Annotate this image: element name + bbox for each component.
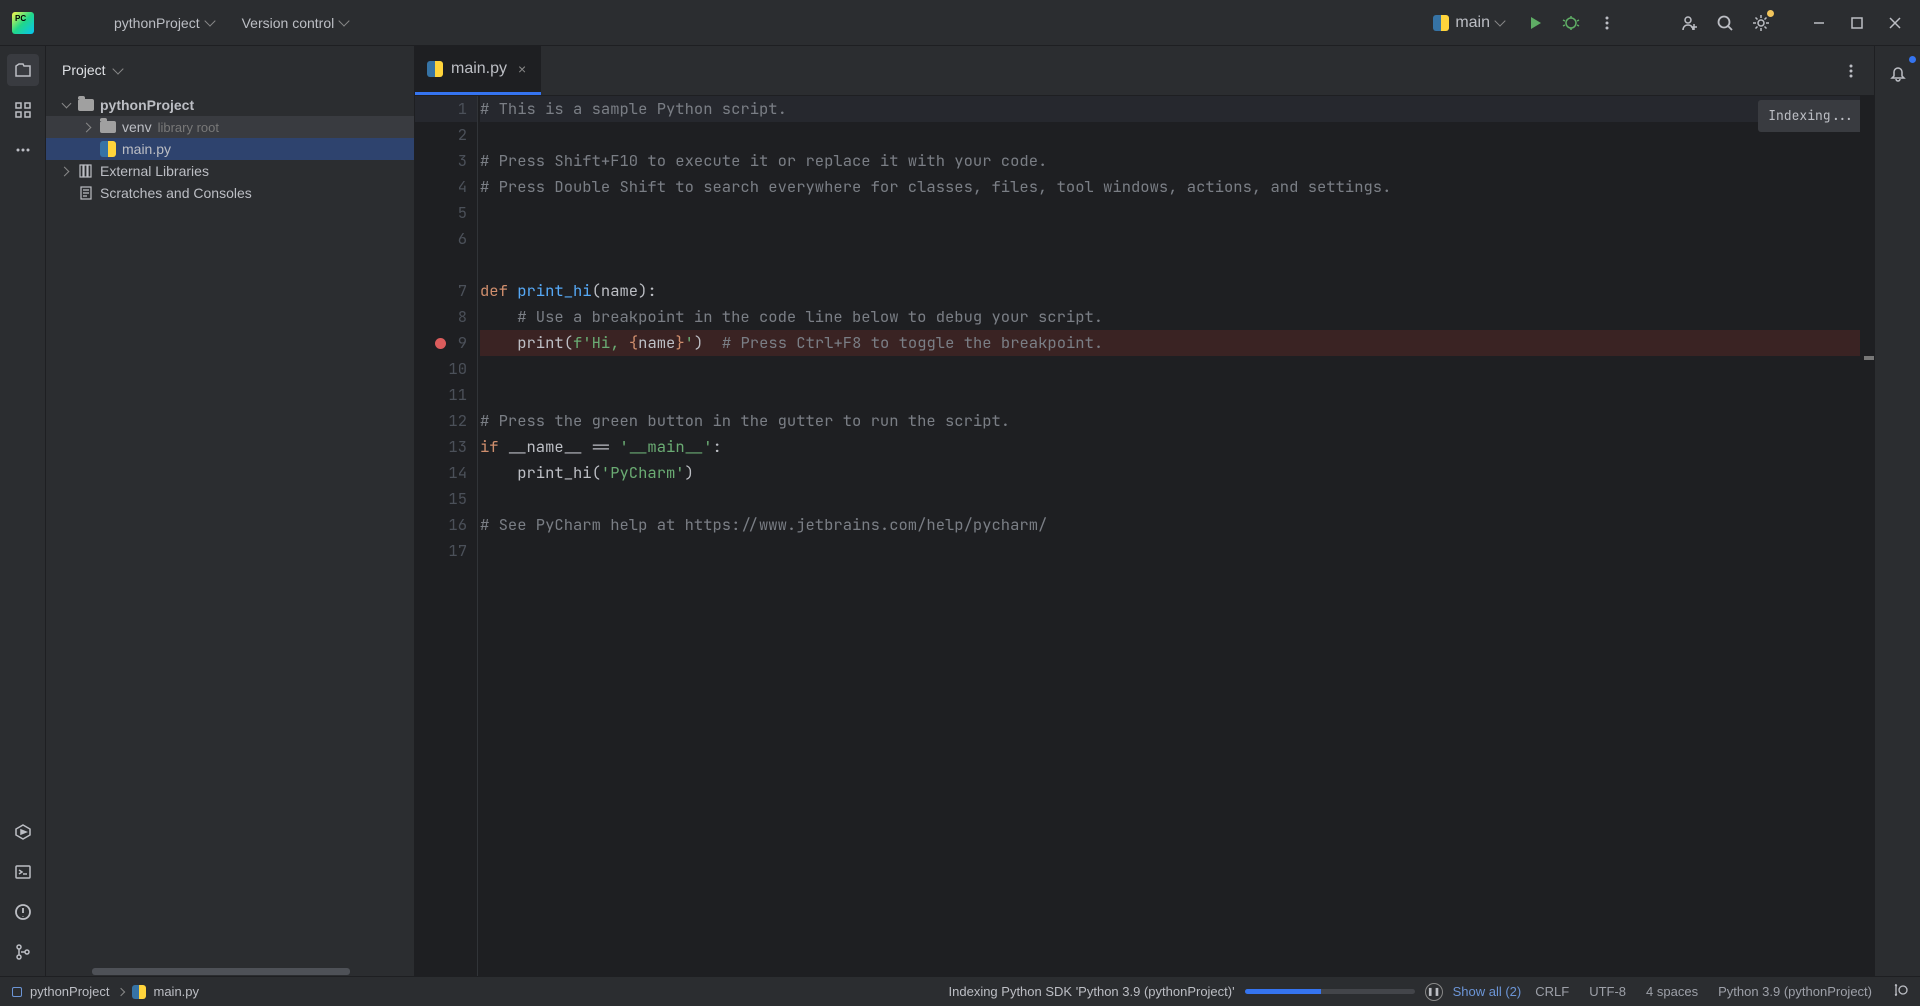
editor-area: main.py × Indexing... 1 2 3 4 5 6 7 8: [415, 46, 1874, 976]
maximize-button[interactable]: [1840, 8, 1874, 38]
more-tools-button[interactable]: [7, 134, 39, 166]
pause-indexing-button[interactable]: ❚❚: [1425, 983, 1443, 1001]
vcs-label: Version control: [242, 15, 335, 31]
tree-main-file[interactable]: main.py: [46, 138, 414, 160]
search-button[interactable]: [1710, 8, 1740, 38]
indexing-status-text: Indexing Python SDK 'Python 3.9 (pythonP…: [949, 984, 1235, 999]
settings-button[interactable]: [1746, 8, 1776, 38]
library-root-label: library root: [158, 120, 219, 135]
code-content[interactable]: # This is a sample Python script. # Pres…: [477, 96, 1860, 976]
horizontal-scrollbar[interactable]: [46, 966, 414, 976]
git-tool-button[interactable]: [7, 936, 39, 968]
chevron-down-icon[interactable]: [112, 63, 123, 74]
library-icon: [78, 163, 94, 179]
collapse-icon[interactable]: [60, 99, 72, 111]
titlebar: pythonProject Version control main: [0, 0, 1920, 46]
python-icon: [100, 141, 116, 157]
left-toolbar: [0, 46, 46, 976]
indexing-progress-bar: [1245, 989, 1415, 994]
chevron-down-icon: [1494, 15, 1505, 26]
close-tab-button[interactable]: ×: [515, 62, 529, 76]
vcs-dropdown[interactable]: Version control: [232, 11, 359, 35]
indent-widget[interactable]: 4 spaces: [1646, 984, 1698, 999]
structure-tool-button[interactable]: [7, 94, 39, 126]
folder-icon: [100, 121, 116, 133]
run-config-label: main: [1455, 14, 1490, 32]
services-tool-button[interactable]: [7, 816, 39, 848]
tab-label: main.py: [451, 60, 507, 78]
tab-options-button[interactable]: [1836, 56, 1866, 86]
main-menu-button[interactable]: [54, 8, 84, 38]
code-editor[interactable]: Indexing... 1 2 3 4 5 6 7 8 9 10 11 12 1…: [415, 96, 1874, 976]
project-name-label: pythonProject: [114, 15, 200, 31]
scratches-icon: [78, 185, 94, 201]
python-icon: [132, 985, 146, 999]
close-button[interactable]: [1878, 8, 1912, 38]
chevron-down-icon: [339, 15, 350, 26]
project-panel: Project pythonProject venv library root …: [46, 46, 415, 976]
tree-venv-label: venv: [122, 119, 152, 135]
interpreter-widget[interactable]: Python 3.9 (pythonProject): [1718, 984, 1872, 999]
notifications-button[interactable]: [1882, 58, 1914, 90]
tree-scratches-label: Scratches and Consoles: [100, 185, 252, 201]
project-panel-title: Project: [62, 62, 106, 78]
chevron-down-icon: [204, 15, 215, 26]
breadcrumb-file[interactable]: main.py: [154, 984, 200, 999]
debug-button[interactable]: [1556, 8, 1586, 38]
reader-mode-button[interactable]: [1892, 982, 1908, 1001]
breadcrumb-project[interactable]: pythonProject: [30, 984, 110, 999]
python-icon: [1433, 15, 1449, 31]
indexing-badge: Indexing...: [1758, 100, 1864, 132]
editor-tab-main[interactable]: main.py ×: [415, 46, 541, 95]
tree-root-project[interactable]: pythonProject: [46, 94, 414, 116]
tree-venv-folder[interactable]: venv library root: [46, 116, 414, 138]
encoding-widget[interactable]: UTF-8: [1589, 984, 1626, 999]
project-tool-button[interactable]: [7, 54, 39, 86]
line-separator-widget[interactable]: CRLF: [1535, 984, 1569, 999]
run-configuration-dropdown[interactable]: main: [1423, 10, 1514, 36]
chevron-right-icon: [116, 987, 124, 995]
tree-external-libraries[interactable]: External Libraries: [46, 160, 414, 182]
app-icon: [12, 12, 34, 34]
scrollbar-thumb[interactable]: [92, 968, 350, 975]
folder-icon: [78, 99, 94, 111]
run-button[interactable]: [1520, 8, 1550, 38]
project-tree: pythonProject venv library root main.py …: [46, 94, 414, 966]
terminal-tool-button[interactable]: [7, 856, 39, 888]
expand-icon[interactable]: [82, 121, 94, 133]
tree-root-label: pythonProject: [100, 97, 194, 113]
project-dropdown[interactable]: pythonProject: [104, 11, 224, 35]
error-stripe[interactable]: [1860, 96, 1874, 976]
editor-tabs: main.py ×: [415, 46, 1874, 96]
code-with-me-button[interactable]: [1674, 8, 1704, 38]
more-actions-button[interactable]: [1592, 8, 1622, 38]
status-bar: pythonProject main.py Indexing Python SD…: [0, 976, 1920, 1006]
breakpoint-icon[interactable]: [435, 338, 446, 349]
tree-extlib-label: External Libraries: [100, 163, 209, 179]
tree-file-label: main.py: [122, 141, 171, 157]
tree-scratches[interactable]: Scratches and Consoles: [46, 182, 414, 204]
line-number-gutter[interactable]: 1 2 3 4 5 6 7 8 9 10 11 12 13 14 15 16 1…: [415, 96, 477, 976]
minimize-button[interactable]: [1802, 8, 1836, 38]
expand-icon[interactable]: [60, 165, 72, 177]
project-panel-header: Project: [46, 46, 414, 94]
module-icon: [12, 987, 22, 997]
breadcrumb[interactable]: pythonProject main.py: [12, 984, 199, 999]
right-toolbar: [1874, 46, 1920, 976]
python-icon: [427, 61, 443, 77]
problems-tool-button[interactable]: [7, 896, 39, 928]
show-all-tasks-link[interactable]: Show all (2): [1453, 984, 1522, 999]
